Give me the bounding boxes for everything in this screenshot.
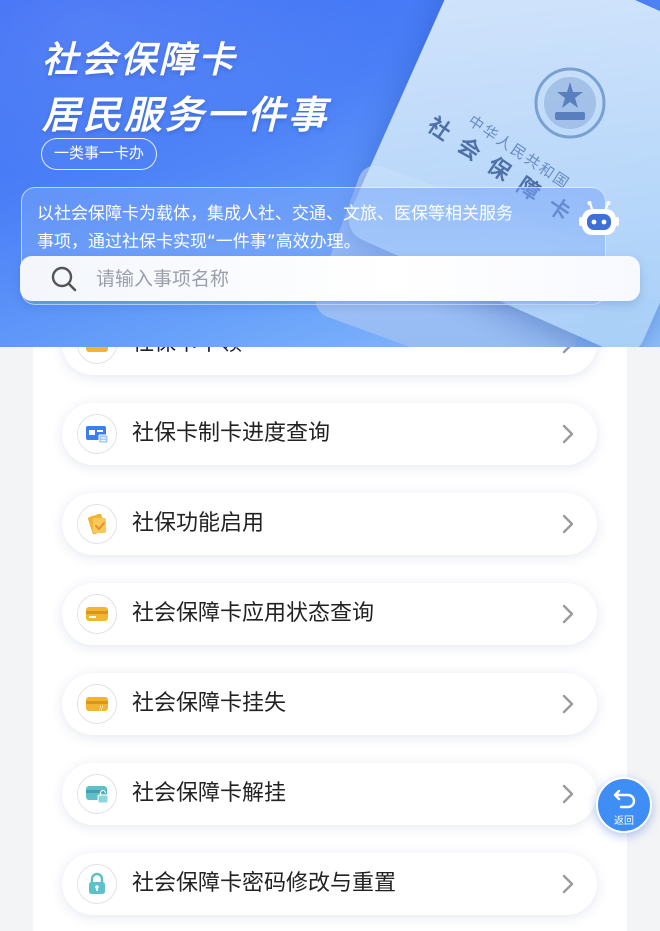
search-input[interactable] <box>96 256 616 301</box>
banner-title-line2: 居民服务一件事 <box>42 93 330 137</box>
search-bar[interactable] <box>20 256 640 301</box>
chevron-right-icon <box>562 424 574 444</box>
service-item-label: 社保卡制卡进度查询 <box>132 421 331 446</box>
function-enable-icon <box>77 504 117 544</box>
banner-description: 以社会保障卡为载体，集成人社、交通、文旅、医保等相关服务事项，通过社保卡实现“一… <box>37 204 513 252</box>
robot-assistant-icon[interactable] <box>578 200 620 240</box>
chevron-right-icon <box>562 874 574 894</box>
chevron-right-icon <box>562 514 574 534</box>
service-item-label: 社会保障卡应用状态查询 <box>132 601 375 626</box>
banner-tag: 一类事一卡办 <box>41 138 158 170</box>
card-status-icon <box>77 594 117 634</box>
service-item-label: 社会保障卡解挂 <box>132 781 287 806</box>
service-item-card-unlock[interactable]: 社会保障卡解挂 <box>62 763 597 825</box>
card-report-loss-icon: // <box>77 684 117 724</box>
card-unlock-icon <box>77 774 117 814</box>
service-item-function-enable[interactable]: 社保功能启用 <box>62 493 597 555</box>
search-icon <box>51 266 77 292</box>
chevron-right-icon <box>562 784 574 804</box>
national-emblem-icon <box>534 67 606 139</box>
return-arrow-icon <box>613 789 636 809</box>
service-item-label: 社会保障卡密码修改与重置 <box>132 871 397 896</box>
service-item-card-progress[interactable]: 社保卡制卡进度查询 <box>62 403 597 465</box>
banner-title-line1: 社会保障卡 <box>42 40 238 81</box>
service-item-label: 社会保障卡挂失 <box>132 691 287 716</box>
service-item-password[interactable]: 社会保障卡密码修改与重置 <box>62 853 597 915</box>
header-banner: 中华人民共和国 社会保障卡 社会保障卡 居民服务一件事 一类事一卡办 以社会保障… <box>0 0 660 347</box>
back-button[interactable]: 返回 <box>596 777 652 833</box>
card-progress-icon <box>77 414 117 454</box>
chevron-right-icon <box>562 694 574 714</box>
service-item-label: 社保功能启用 <box>132 511 265 536</box>
service-item-card-report-loss[interactable]: // 社会保障卡挂失 <box>62 673 597 735</box>
back-button-label: 返回 <box>614 816 634 827</box>
chevron-right-icon <box>562 604 574 624</box>
service-item-card-status[interactable]: 社会保障卡应用状态查询 <box>62 583 597 645</box>
password-lock-icon <box>77 864 117 904</box>
